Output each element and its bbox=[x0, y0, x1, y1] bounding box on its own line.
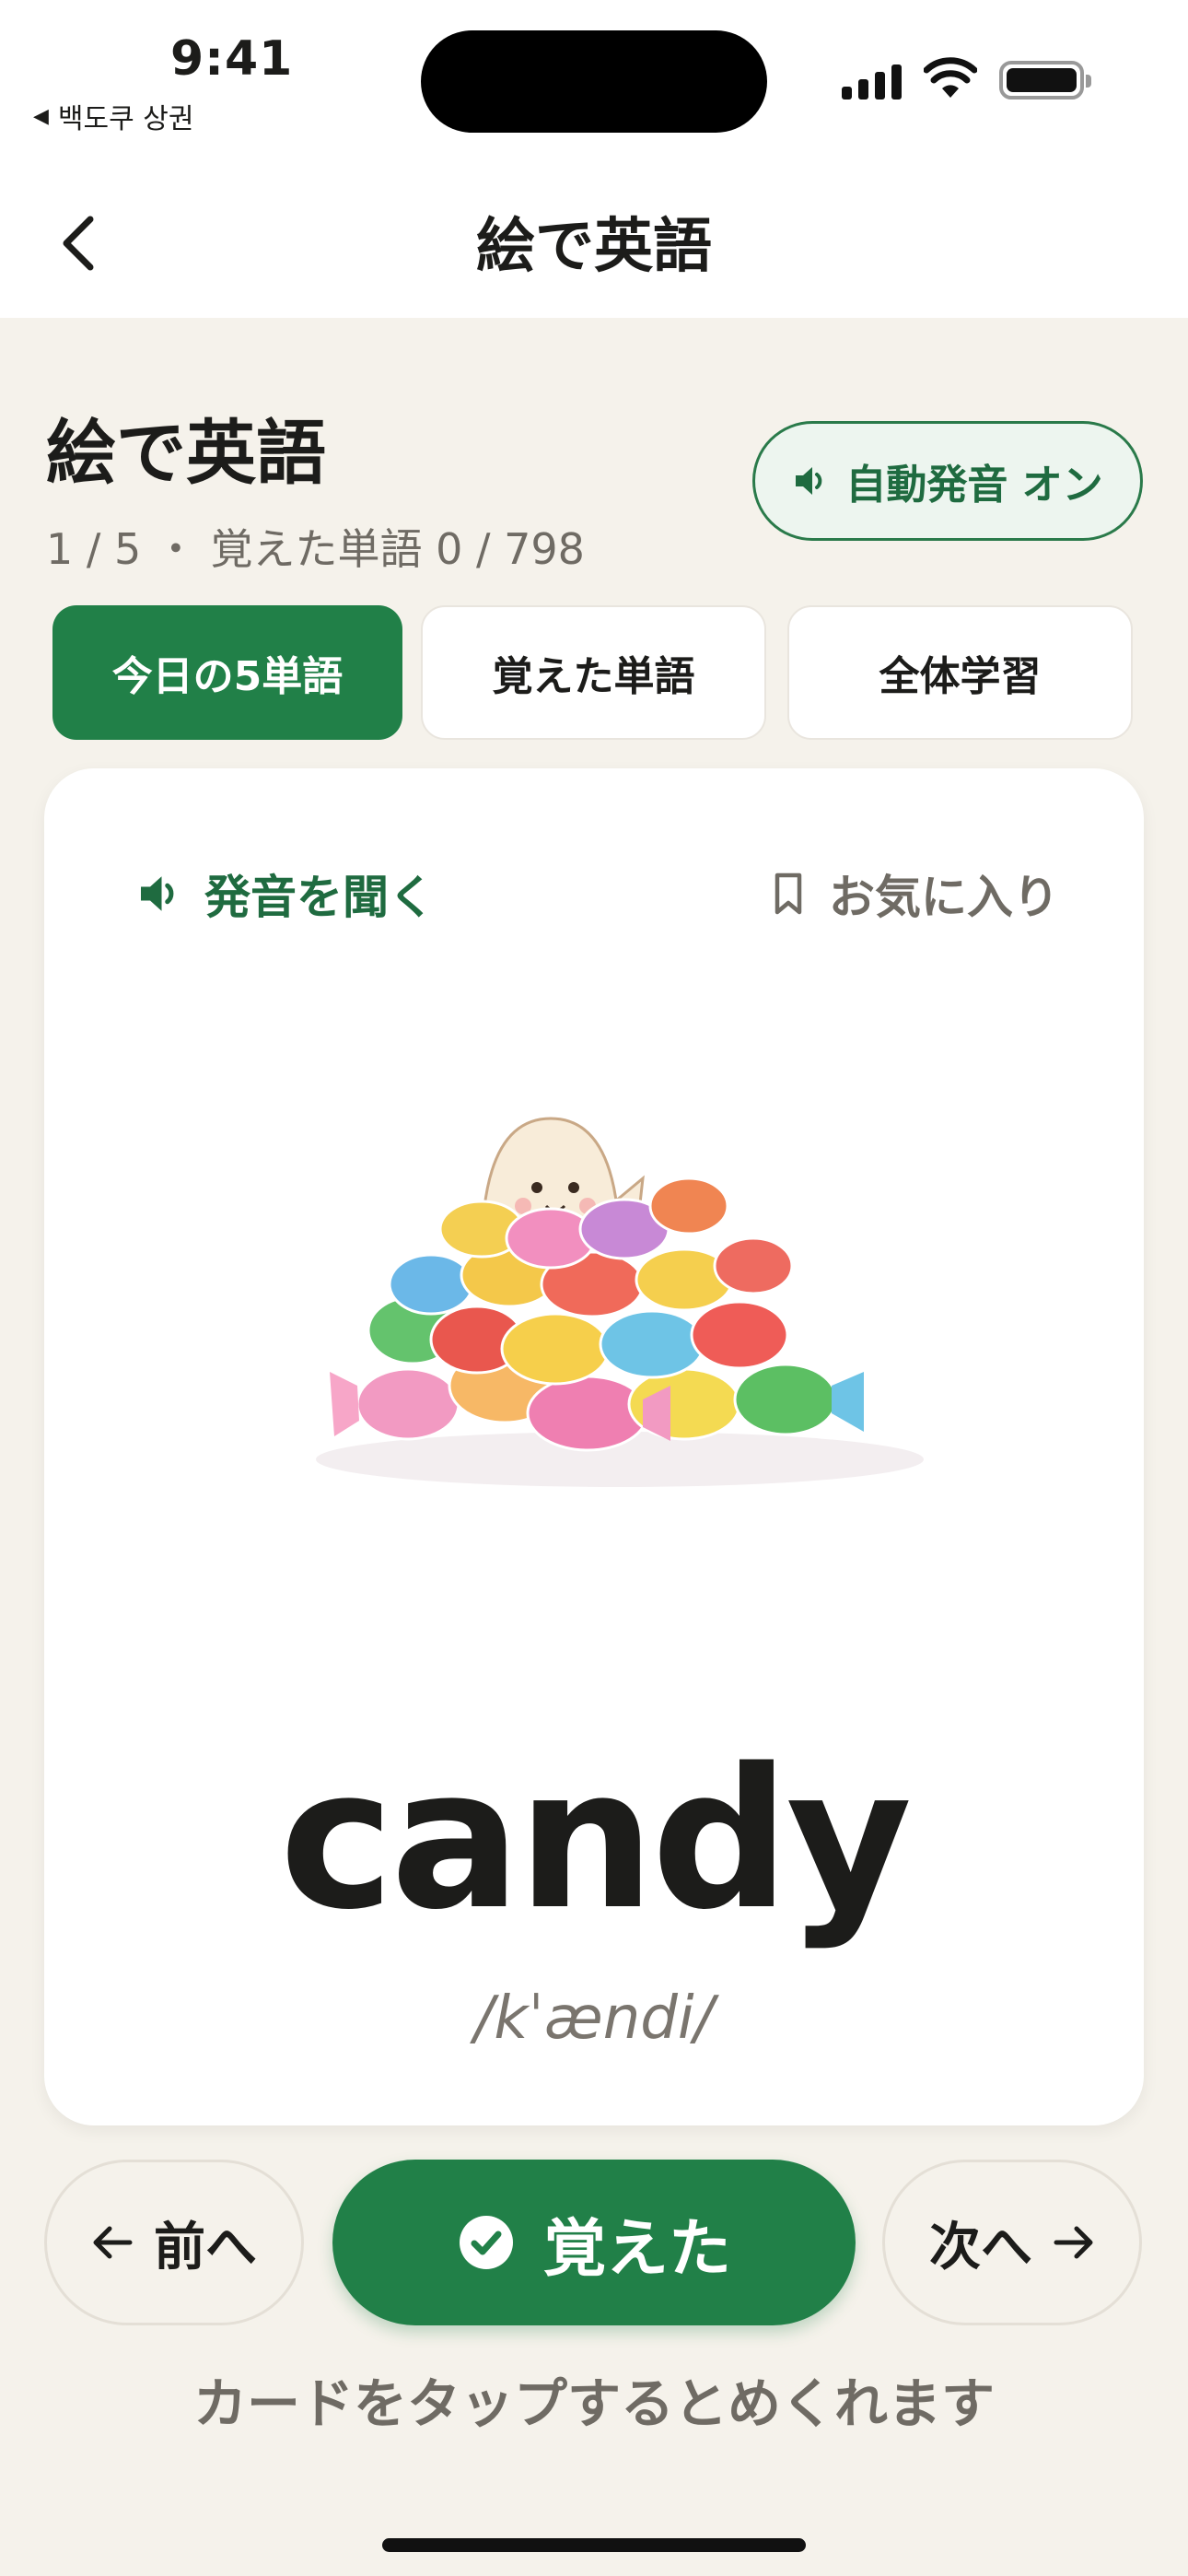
arrow-right-icon bbox=[1054, 2226, 1093, 2259]
mark-learned-button[interactable]: 覚えた bbox=[332, 2160, 856, 2325]
back-to-app-link[interactable]: ◀ 백도쿠 상권 bbox=[33, 96, 193, 136]
vocabulary-word: candy bbox=[279, 1727, 913, 1952]
mark-learned-label: 覚えた bbox=[542, 2212, 731, 2286]
tab-learned-words[interactable]: 覚えた単語 bbox=[421, 605, 766, 740]
tab-all-study[interactable]: 全体学習 bbox=[787, 605, 1133, 740]
previous-button[interactable]: 前へ bbox=[44, 2160, 304, 2325]
arrow-left-icon bbox=[93, 2226, 133, 2259]
battery-icon bbox=[999, 61, 1091, 100]
favorite-label: お気に入り bbox=[829, 871, 1059, 924]
next-label: 次へ bbox=[929, 2217, 1032, 2277]
triangle-left-icon: ◀ bbox=[33, 104, 49, 128]
navigation-bar: 絵で英語 bbox=[0, 166, 1188, 318]
dynamic-island bbox=[421, 30, 767, 133]
listen-pronunciation-button[interactable]: 発音を聞く bbox=[136, 861, 435, 927]
favorite-button[interactable]: お気に入り bbox=[770, 861, 1059, 927]
tap-hint-text: カードをタップするとめくれます bbox=[192, 2372, 995, 2435]
tab-today-words[interactable]: 今日の5単語 bbox=[52, 605, 402, 740]
nav-title: 絵で英語 bbox=[476, 213, 712, 281]
wifi-icon bbox=[924, 57, 977, 98]
cellular-signal-icon bbox=[842, 63, 902, 100]
phonetic-transcription: /kˈændi/ bbox=[473, 1985, 715, 2053]
previous-label: 前へ bbox=[154, 2217, 257, 2277]
bookmark-icon bbox=[775, 872, 802, 915]
next-button[interactable]: 次へ bbox=[882, 2160, 1142, 2325]
app-screen: 9:41 ◀ 백도쿠 상권 絵で英語 絵で英語 1 / 5 ・ 覚えた単語 0 … bbox=[0, 0, 1188, 2576]
status-time: 9:41 bbox=[170, 31, 294, 87]
check-circle-icon bbox=[459, 2216, 513, 2269]
progress-text: 1 / 5 ・ 覚えた単語 0 / 798 bbox=[46, 524, 585, 574]
speaker-icon bbox=[796, 467, 822, 495]
candy-illustration bbox=[316, 1117, 924, 1487]
listen-label: 発音を聞く bbox=[204, 871, 435, 924]
back-app-label: 백도쿠 상권 bbox=[57, 103, 194, 135]
status-bar: 9:41 ◀ 백도쿠 상권 bbox=[0, 0, 1188, 166]
auto-pronounce-toggle[interactable]: 自動発音 オン bbox=[752, 421, 1143, 541]
page-title: 絵で英語 bbox=[46, 412, 326, 494]
auto-pronounce-label: 自動発音 オン bbox=[845, 462, 1103, 509]
home-indicator[interactable] bbox=[382, 2538, 806, 2552]
speaker-icon bbox=[141, 876, 174, 911]
flash-card[interactable]: 発音を聞く お気に入り candy /kˈændi/ bbox=[44, 768, 1144, 2125]
